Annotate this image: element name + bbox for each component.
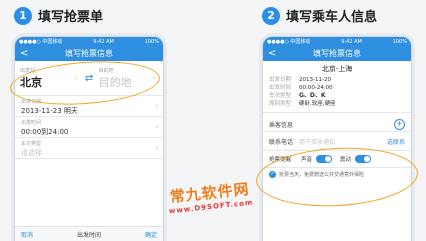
vibrate-label: 震动	[340, 157, 352, 163]
check-icon[interactable]: ✓	[269, 171, 276, 178]
carrier-text: ●●●●○ 中国移动	[267, 39, 311, 45]
step-title: 填写乘车人信息	[286, 10, 378, 25]
watermark-logo: 常九软件网 www.D9SOFT.com	[154, 176, 266, 216]
station-selector: 出发站 北京 › ⇄ 目的地 目的地 ›	[15, 61, 163, 96]
reminder-row: 抢票提醒 声音 震动	[263, 151, 411, 168]
back-arrow-icon[interactable]: <	[268, 46, 276, 61]
nav-bar: < 填写抢票信息	[263, 46, 411, 61]
detail-value: 00:00-24:00	[299, 85, 333, 91]
status-bar: ●●●●○ 中国移动 9:42 AM 100%	[263, 37, 411, 46]
row-value: 00:00到24:00	[21, 128, 69, 136]
step-number: 2	[262, 6, 280, 25]
carrier-text: ●●●●○ 中国移动	[19, 39, 63, 45]
vibrate-toggle[interactable]	[355, 155, 372, 163]
from-station-value: 北京	[20, 75, 42, 89]
clock-text: 9:42 AM	[93, 38, 114, 45]
trip-detail: 出发时间 00:00-24:00	[269, 84, 405, 92]
trip-detail: 席别类型 硬卧,软座,硬座	[269, 100, 405, 108]
row-label: 出发时间	[21, 120, 42, 126]
confirm-button[interactable]: 确定	[145, 230, 157, 239]
picker-toolbar: 取消 出发时间 确定	[15, 226, 163, 241]
chevron-right-icon: ›	[74, 74, 77, 82]
row-value: 请选择	[21, 149, 42, 157]
reminder-label: 抢票提醒	[269, 157, 292, 163]
choose-contact-link[interactable]: 选联系	[387, 137, 405, 146]
row-label: 出发日期	[21, 99, 42, 105]
sound-toggle[interactable]	[316, 155, 333, 163]
train-type-row[interactable]: 车次类型 请选择 ›	[15, 138, 163, 159]
sound-label: 声音	[301, 157, 313, 163]
trip-summary: 北京-上海 出发日期 2013-11-20 出发时间 00:00-24:00 车…	[263, 61, 411, 113]
page-title: 填写抢票信息	[65, 49, 113, 58]
route-title: 北京-上海	[321, 65, 353, 73]
insurance-agreement[interactable]: ✓ 抢票当天，免费赠送公共交通意外保险	[263, 168, 411, 181]
from-station-label: 出发站	[20, 67, 36, 74]
picker-title: 出发时间	[76, 231, 101, 239]
status-bar: ●●●●○ 中国移动 9:42 AM 100%	[15, 37, 163, 46]
page-title: 填写抢票信息	[313, 49, 361, 58]
battery-text: 100%	[144, 38, 159, 45]
trip-detail: 出发日期 2013-11-20	[269, 76, 405, 84]
chevron-right-icon: ›	[155, 123, 158, 131]
contact-label: 联系电话	[269, 138, 294, 146]
contact-phone-input[interactable]: 用于接收通知	[299, 137, 387, 146]
passenger-info-row[interactable]: 乘客信息 +	[263, 117, 411, 132]
row-label: 车次类型	[21, 141, 42, 147]
phone-screen-ticket-form: ●●●●○ 中国移动 9:42 AM 100% < 填写抢票信息 出发站 北京 …	[14, 36, 164, 241]
to-station[interactable]: 目的地 目的地	[99, 67, 151, 90]
battery-text: 100%	[392, 38, 407, 45]
departure-date-row[interactable]: 出发日期 2013-11-23 明天 ›	[15, 96, 163, 117]
swap-stations-icon[interactable]: ⇄	[79, 73, 98, 84]
detail-value: 2013-11-20	[299, 77, 331, 83]
detail-value: 硬卧,软座,硬座	[299, 101, 336, 107]
phone-screen-passenger-form: ●●●●○ 中国移动 9:42 AM 100% < 填写抢票信息 北京-上海 出…	[262, 36, 412, 241]
to-station-placeholder: 目的地	[98, 75, 132, 89]
step-title: 填写抢票单	[38, 10, 104, 25]
nav-bar: < 填写抢票信息	[15, 46, 163, 61]
detail-key: 车次类型	[269, 93, 292, 99]
chevron-right-icon: ›	[152, 74, 156, 82]
add-passenger-icon[interactable]: +	[394, 118, 405, 130]
step-2-header: 2 填写乘车人信息	[262, 6, 377, 25]
from-station[interactable]: 出发站 北京	[20, 67, 72, 90]
cancel-button[interactable]: 取消	[21, 230, 33, 239]
chevron-right-icon: ›	[155, 144, 158, 152]
to-station-label: 目的地	[98, 67, 114, 74]
passenger-label: 乘客信息	[269, 121, 294, 129]
detail-key: 席别类型	[269, 101, 292, 107]
back-arrow-icon[interactable]: <	[20, 46, 28, 61]
detail-key: 出发日期	[269, 77, 292, 83]
row-value: 2013-11-23 明天	[21, 107, 78, 115]
detail-key: 出发时间	[269, 85, 292, 91]
chevron-right-icon: ›	[155, 102, 158, 110]
contact-phone-row: 联系电话 用于接收通知 选联系	[263, 132, 411, 151]
detail-value: G、D、K	[299, 92, 326, 99]
clock-text: 9:42 AM	[341, 38, 362, 45]
agreement-text: 抢票当天，免费赠送公共交通意外保险	[279, 172, 365, 178]
departure-time-row[interactable]: 出发时间 00:00到24:00 ›	[15, 117, 163, 138]
step-number: 1	[14, 6, 32, 25]
trip-detail: 车次类型 G、D、K	[269, 92, 405, 100]
step-1-header: 1 填写抢票单	[14, 6, 103, 25]
